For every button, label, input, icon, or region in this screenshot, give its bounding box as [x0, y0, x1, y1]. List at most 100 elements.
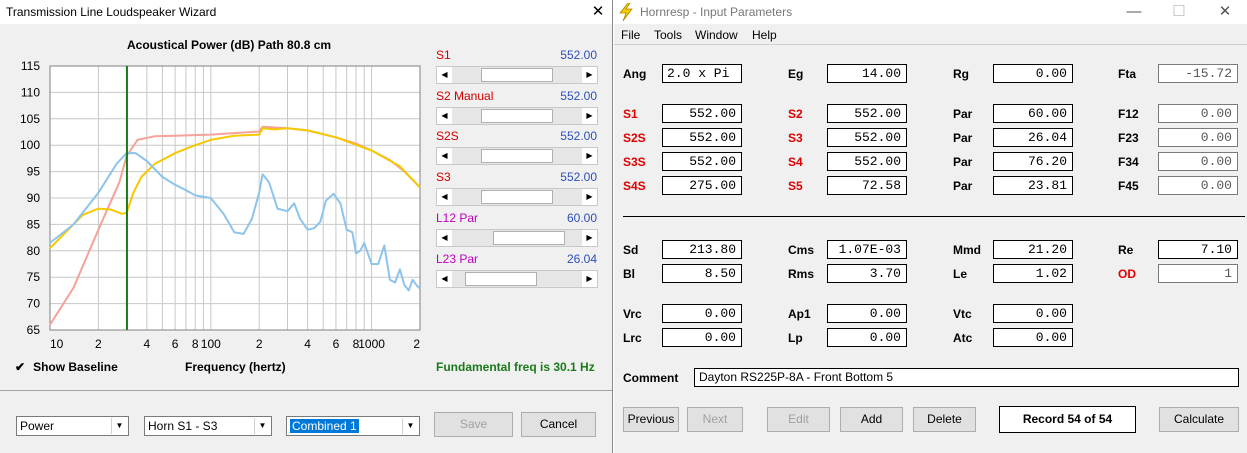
- menu-file[interactable]: File: [621, 28, 640, 42]
- chevron-left-icon[interactable]: ◀: [437, 230, 452, 246]
- chevron-left-icon[interactable]: ◀: [437, 189, 452, 205]
- param-field-lrc[interactable]: 0.00: [662, 328, 742, 347]
- param-field-re[interactable]: 7.10: [1158, 240, 1238, 259]
- slider-thumb[interactable]: [481, 149, 553, 163]
- param-label-vtc: Vtc: [953, 307, 972, 321]
- param-label-ang: Ang: [623, 67, 647, 81]
- param-field-fta: -15.72: [1158, 64, 1238, 83]
- param-label-f34: F34: [1118, 155, 1139, 169]
- slider-thumb[interactable]: [465, 272, 537, 286]
- slider-thumb[interactable]: [481, 190, 553, 204]
- param-label-s4s: S4S: [623, 179, 646, 193]
- close-icon[interactable]: ✕: [1210, 0, 1240, 24]
- param-label-le: Le: [953, 267, 968, 281]
- param-field-vrc[interactable]: 0.00: [662, 304, 742, 323]
- hornresp-titlebar: Hornresp - Input Parameters — ☐ ✕: [614, 0, 1247, 24]
- delete-button[interactable]: Delete: [913, 407, 976, 432]
- param-field-sd[interactable]: 213.80: [662, 240, 742, 259]
- chevron-left-icon[interactable]: ◀: [437, 67, 452, 83]
- param-label-rms: Rms: [788, 267, 815, 281]
- param-field-ang[interactable]: 2.0 x Pi: [662, 64, 742, 83]
- param-field-s2s[interactable]: 552.00: [662, 128, 742, 147]
- chevron-right-icon[interactable]: ▶: [582, 230, 597, 246]
- edit-button[interactable]: Edit: [767, 407, 830, 432]
- param-field-lp[interactable]: 0.00: [827, 328, 907, 347]
- chevron-right-icon[interactable]: ▶: [582, 271, 597, 287]
- param-field-s3[interactable]: 552.00: [827, 128, 907, 147]
- chart-title: Acoustical Power (dB) Path 80.8 cm: [127, 38, 332, 52]
- divider: [0, 390, 612, 391]
- slider-thumb[interactable]: [481, 68, 553, 82]
- slider-3[interactable]: ◀ ▶: [436, 147, 598, 165]
- slider-1[interactable]: ◀ ▶: [436, 66, 598, 84]
- slider-4[interactable]: ◀ ▶: [436, 188, 598, 206]
- cancel-button[interactable]: Cancel: [521, 412, 596, 437]
- param-field-s3s[interactable]: 552.00: [662, 152, 742, 171]
- param-field-cms[interactable]: 1.07E-03: [827, 240, 907, 259]
- combined-select[interactable]: Combined 1 ▼: [286, 416, 420, 436]
- chevron-left-icon[interactable]: ◀: [437, 108, 452, 124]
- hornresp-window: Hornresp - Input Parameters — ☐ ✕ File T…: [614, 0, 1247, 453]
- menu-help[interactable]: Help: [752, 28, 777, 42]
- param-label-par: Par: [953, 179, 973, 193]
- param-label-s5: S5: [788, 179, 803, 193]
- param-field-par[interactable]: 26.04: [993, 128, 1073, 147]
- add-button[interactable]: Add: [840, 407, 903, 432]
- slider-label: L23 Par: [436, 252, 479, 266]
- horn-select[interactable]: Horn S1 - S3 ▼: [144, 416, 272, 436]
- chevron-right-icon[interactable]: ▶: [582, 67, 597, 83]
- y-tick-label: 80: [27, 244, 41, 258]
- chevron-left-icon[interactable]: ◀: [437, 148, 452, 164]
- slider-2[interactable]: ◀ ▶: [436, 107, 598, 125]
- slider-5[interactable]: ◀ ▶: [436, 229, 598, 247]
- param-field-bl[interactable]: 8.50: [662, 264, 742, 283]
- menu-tools[interactable]: Tools: [654, 28, 682, 42]
- param-field-f23: 0.00: [1158, 128, 1238, 147]
- chevron-right-icon[interactable]: ▶: [582, 189, 597, 205]
- x-tick-label: 2: [413, 337, 420, 351]
- param-field-le[interactable]: 1.02: [993, 264, 1073, 283]
- x-tick-label: 8: [192, 337, 199, 351]
- slider-thumb[interactable]: [481, 109, 553, 123]
- param-field-s4[interactable]: 552.00: [827, 152, 907, 171]
- param-field-s1[interactable]: 552.00: [662, 104, 742, 123]
- comment-field[interactable]: Dayton RS225P-8A - Front Bottom 5: [694, 368, 1239, 387]
- previous-button[interactable]: Previous: [623, 407, 679, 432]
- param-label-f12: F12: [1118, 107, 1139, 121]
- param-field-ap1[interactable]: 0.00: [827, 304, 907, 323]
- param-field-s4s[interactable]: 275.00: [662, 176, 742, 195]
- param-label-atc: Atc: [953, 331, 973, 345]
- calculate-button[interactable]: Calculate: [1159, 407, 1239, 432]
- lightning-icon: [619, 3, 633, 21]
- param-field-f12: 0.00: [1158, 104, 1238, 123]
- slider-value: 26.04: [566, 252, 597, 266]
- save-button[interactable]: Save: [434, 412, 513, 437]
- param-label-s2s: S2S: [623, 131, 646, 145]
- param-field-eg[interactable]: 14.00: [827, 64, 907, 83]
- slider-label: S3: [436, 170, 451, 184]
- menu-window[interactable]: Window: [695, 28, 738, 42]
- chevron-right-icon[interactable]: ▶: [582, 108, 597, 124]
- param-field-mmd[interactable]: 21.20: [993, 240, 1073, 259]
- param-field-par[interactable]: 60.00: [993, 104, 1073, 123]
- checkmark-icon: ✔: [15, 360, 26, 374]
- param-field-rms[interactable]: 3.70: [827, 264, 907, 283]
- show-baseline-checkbox[interactable]: ✔ Show Baseline: [15, 360, 118, 374]
- y-tick-label: 105: [20, 112, 40, 126]
- param-field-par[interactable]: 76.20: [993, 152, 1073, 171]
- param-field-atc[interactable]: 0.00: [993, 328, 1073, 347]
- slider-thumb[interactable]: [493, 231, 565, 245]
- power-select[interactable]: Power ▼: [16, 416, 129, 436]
- maximize-icon[interactable]: ☐: [1164, 0, 1194, 24]
- param-field-s5[interactable]: 72.58: [827, 176, 907, 195]
- param-field-par[interactable]: 23.81: [993, 176, 1073, 195]
- param-field-rg[interactable]: 0.00: [993, 64, 1073, 83]
- chevron-left-icon[interactable]: ◀: [437, 271, 452, 287]
- minimize-icon[interactable]: —: [1119, 0, 1149, 24]
- chevron-right-icon[interactable]: ▶: [582, 148, 597, 164]
- next-button[interactable]: Next: [687, 407, 743, 432]
- param-field-vtc[interactable]: 0.00: [993, 304, 1073, 323]
- param-field-s2[interactable]: 552.00: [827, 104, 907, 123]
- close-icon[interactable]: ✕: [583, 0, 612, 24]
- slider-6[interactable]: ◀ ▶: [436, 270, 598, 288]
